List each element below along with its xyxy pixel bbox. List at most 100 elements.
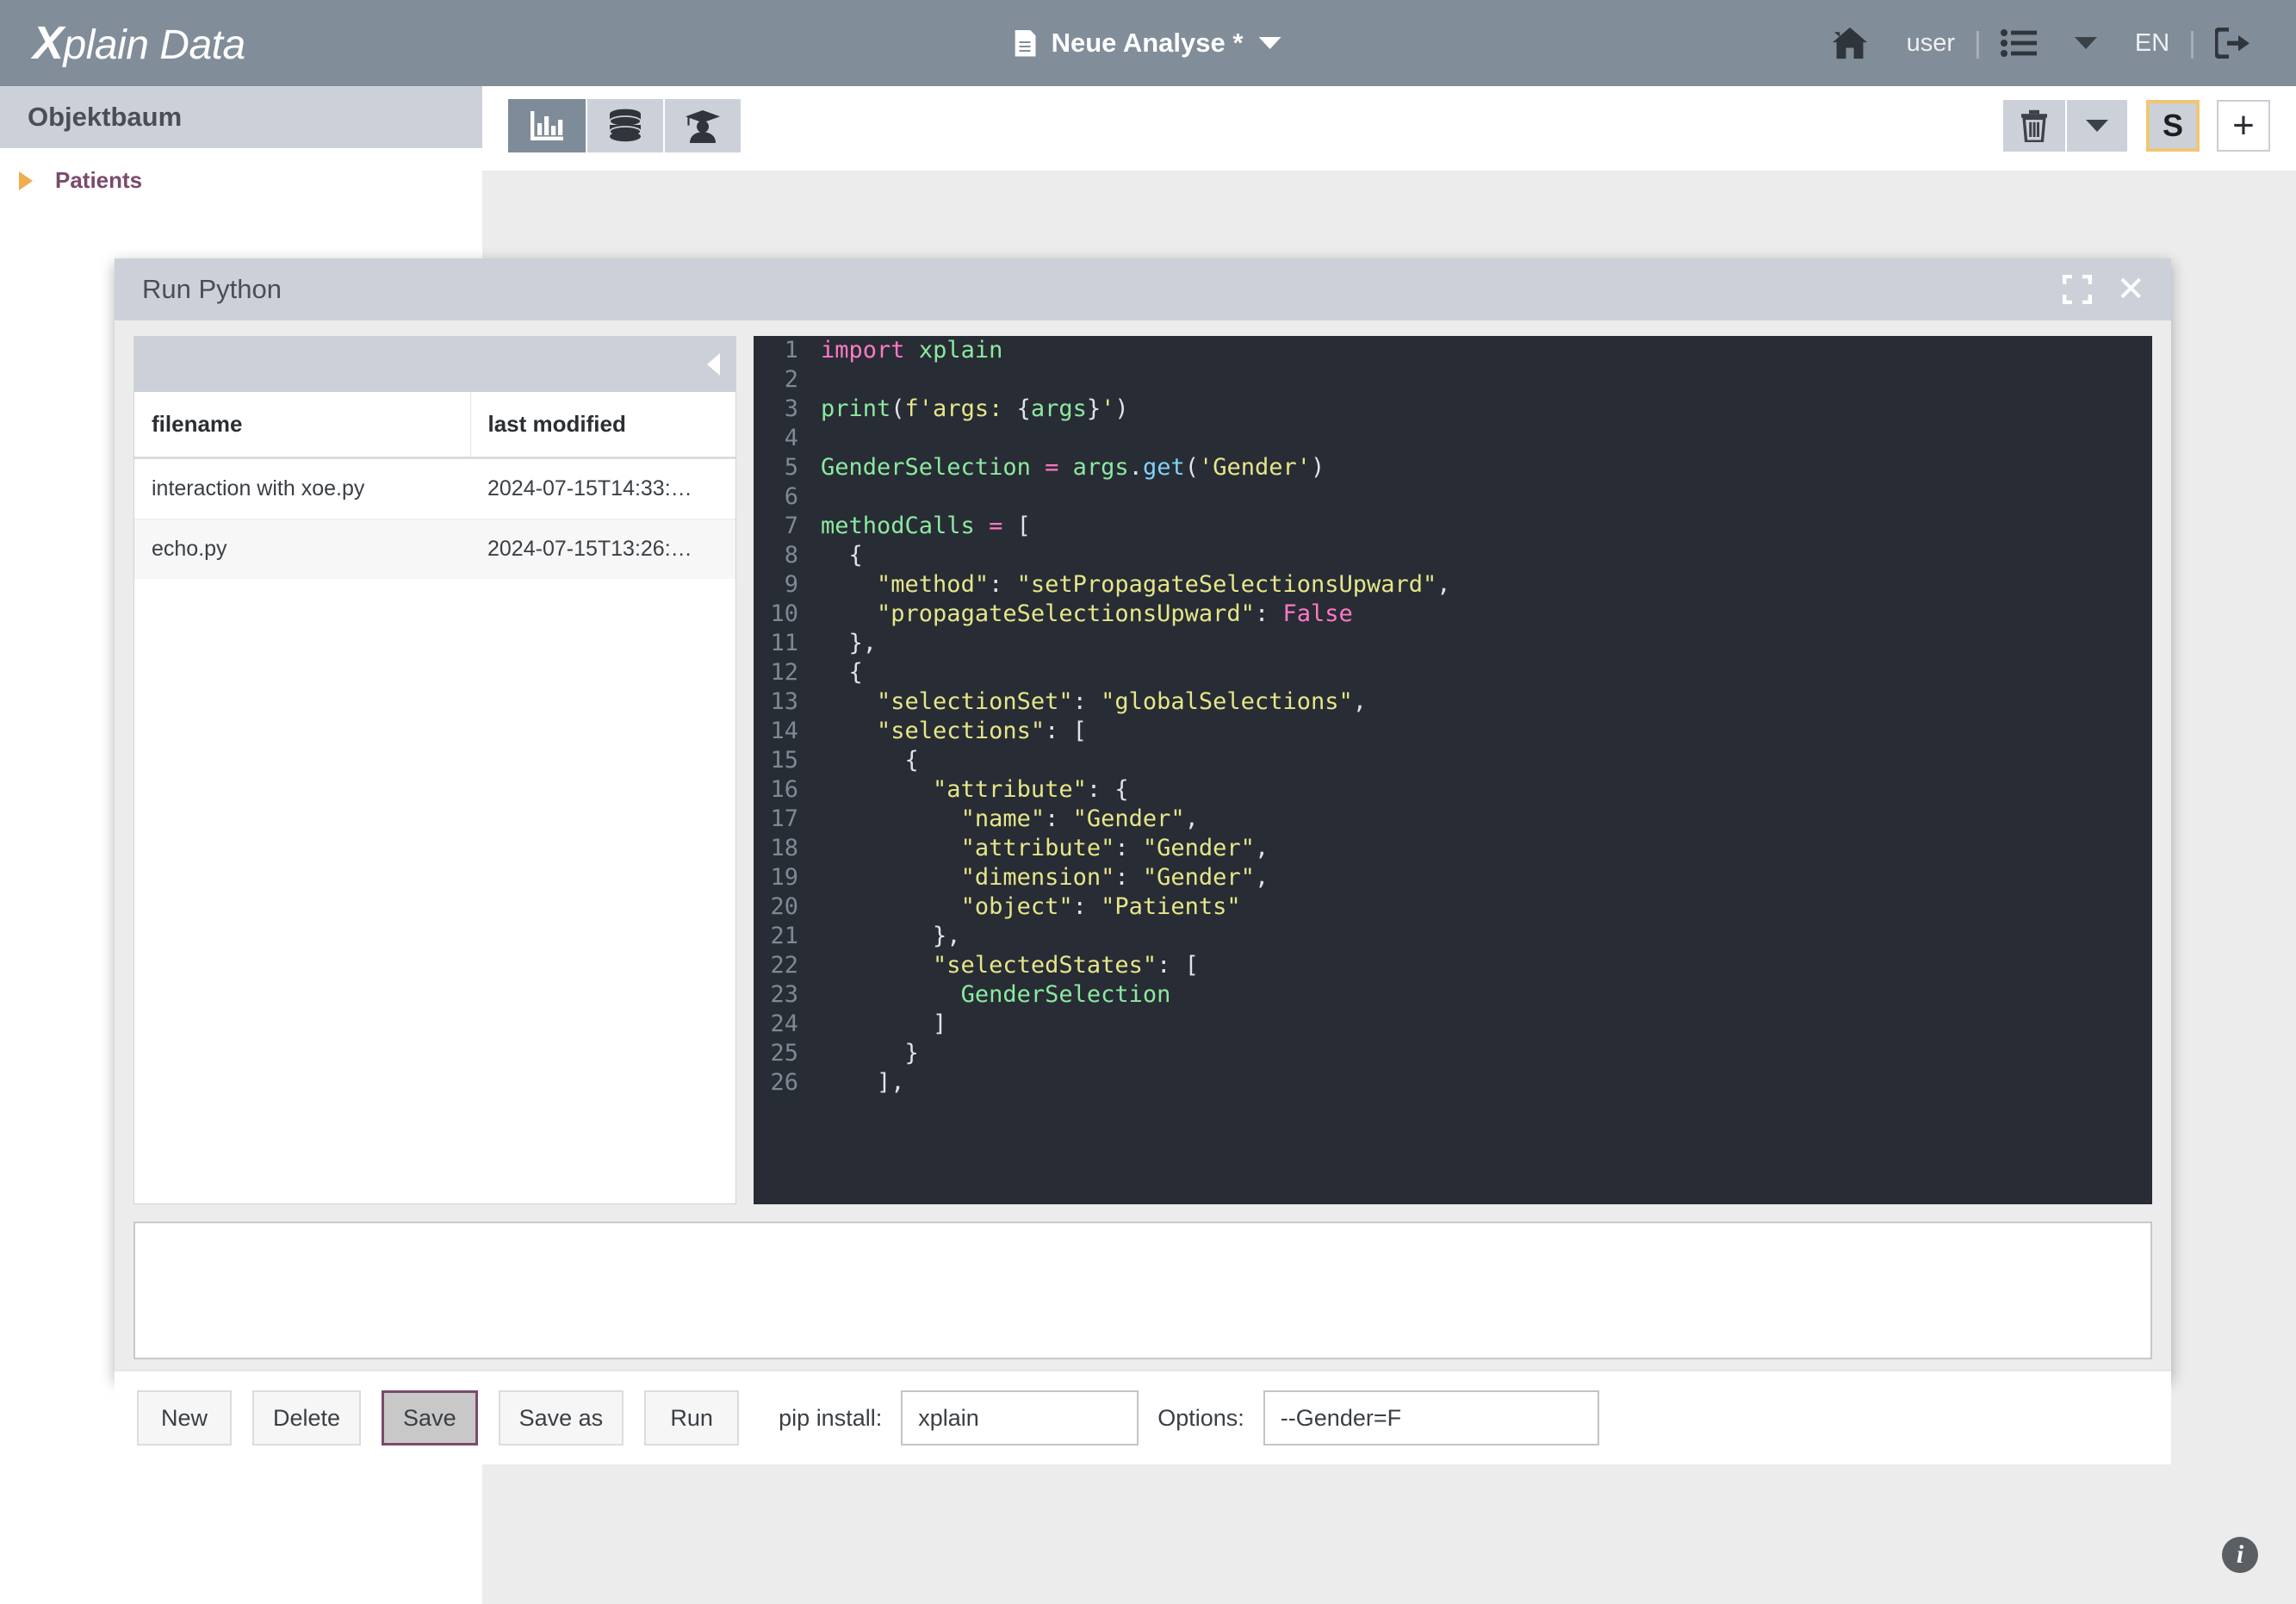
info-icon[interactable]: i [2222, 1537, 2258, 1573]
code-line: 23 GenderSelection [754, 980, 2152, 1010]
code-text: "propagateSelectionsUpward": False [877, 600, 1353, 627]
line-number: 1 [784, 337, 798, 364]
expand-icon [2063, 275, 2093, 304]
code-line: 1 import xplain [754, 336, 2152, 365]
code-text: } [821, 1040, 919, 1066]
dialog-title: Run Python [142, 274, 282, 304]
code-text: print(f'args: {args}') [821, 395, 1129, 422]
table-row[interactable]: echo.py 2024-07-15T13:26:… [134, 519, 735, 579]
line-number: 5 [784, 454, 798, 481]
code-text: ] [821, 1010, 947, 1037]
sidebar-item-patients[interactable]: Patients [0, 148, 482, 213]
tab-database-view[interactable] [586, 99, 663, 152]
user-label[interactable]: user [1888, 29, 1974, 58]
code-line: 6 [754, 482, 2152, 512]
code-text: "attribute": { [933, 776, 1129, 803]
code-text: }, [821, 630, 878, 656]
code-line: 17 "name": "Gender", [754, 805, 2152, 834]
code-text: "selectionSet": "globalSelections", [877, 688, 1367, 715]
tab-training-view[interactable] [663, 99, 741, 152]
home-button[interactable] [1812, 26, 1888, 60]
document-icon [1015, 29, 1036, 57]
line-number: 22 [770, 952, 798, 979]
document-title: Neue Analyse * [1051, 28, 1244, 58]
new-button[interactable]: New [137, 1390, 232, 1445]
options-input[interactable]: --Gender=F [1263, 1390, 1599, 1445]
add-button[interactable]: + [2217, 100, 2270, 152]
line-number: 15 [770, 747, 798, 774]
code-text: "attribute": "Gender", [960, 835, 1269, 861]
code-text: "selections": [ [877, 718, 1087, 744]
toolbar-actions: S + [2003, 100, 2270, 152]
options-label: Options: [1157, 1404, 1244, 1431]
column-header-last-modified[interactable]: last modified [470, 392, 735, 459]
view-mode-tabs [508, 99, 741, 152]
logout-button[interactable] [2196, 28, 2270, 59]
code-text: GenderSelection = args.get('Gender') [821, 454, 1325, 481]
delete-button[interactable]: Delete [252, 1390, 362, 1445]
code-text: { [821, 542, 863, 569]
line-number: 18 [770, 835, 798, 861]
code-line: 25 } [754, 1039, 2152, 1068]
code-line: 21 }, [754, 922, 2152, 951]
language-selector[interactable]: EN [2116, 29, 2188, 58]
tab-chart-view[interactable] [508, 99, 586, 152]
maximize-button[interactable] [2063, 275, 2093, 304]
graduate-user-icon [686, 110, 720, 143]
logo-text: plain Data [63, 22, 246, 68]
code-line: 10 "propagateSelectionsUpward": False [754, 600, 2152, 629]
top-bar: Xplain Data Neue Analyse * user | EN | [0, 0, 2296, 86]
line-number: 8 [784, 542, 798, 569]
code-text: "object": "Patients" [960, 893, 1241, 920]
line-number: 16 [770, 776, 798, 803]
script-output-textarea[interactable] [133, 1222, 2152, 1359]
pip-install-input[interactable]: xplain [901, 1390, 1139, 1445]
code-line: 16 "attribute": { [754, 775, 2152, 805]
line-number: 12 [770, 659, 798, 686]
code-line: 5 GenderSelection = args.get('Gender') [754, 453, 2152, 482]
column-header-filename[interactable]: filename [134, 392, 471, 459]
code-line: 4 [754, 424, 2152, 453]
chevron-down-icon [2074, 37, 2097, 49]
line-number: 20 [770, 893, 798, 920]
code-line: 11 }, [754, 629, 2152, 658]
close-button[interactable]: ✕ [2116, 272, 2145, 307]
code-line: 12 { [754, 658, 2152, 687]
save-button[interactable]: Save [382, 1390, 478, 1445]
selection-s-button[interactable]: S [2146, 100, 2200, 152]
line-number: 2 [784, 366, 798, 393]
line-number: 17 [770, 805, 798, 832]
table-header-row: filename last modified [134, 392, 735, 459]
chevron-down-icon[interactable] [1258, 37, 1281, 49]
code-line: 8 { [754, 541, 2152, 570]
table-row[interactable]: interaction with xoe.py 2024-07-15T14:33… [134, 457, 735, 519]
document-title-menu[interactable]: Neue Analyse * [1015, 28, 1281, 59]
dialog-body: filename last modified interaction with … [115, 320, 2171, 1464]
menu-list-button[interactable] [1982, 28, 2056, 58]
line-number: 3 [784, 395, 798, 422]
line-number: 25 [770, 1040, 798, 1066]
code-line: 14 "selections": [ [754, 717, 2152, 746]
chevron-right-icon[interactable] [19, 171, 33, 190]
list-icon [2000, 29, 2037, 57]
code-line: 9 "method": "setPropagateSelectionsUpwar… [754, 570, 2152, 600]
top-bar-actions: user | EN | [1812, 26, 2270, 60]
sidebar-item-label: Patients [55, 167, 143, 193]
code-line: 24 ] [754, 1010, 2152, 1039]
python-code-editor[interactable]: 1 import xplain 2 3 print(f'args: {args}') 4 5… [754, 336, 2152, 1204]
line-number: 26 [770, 1069, 798, 1096]
line-number: 7 [784, 513, 798, 539]
collapse-panel-icon[interactable] [707, 353, 720, 376]
save-as-button[interactable]: Save as [498, 1390, 624, 1445]
menu-dropdown-button[interactable] [2056, 37, 2116, 49]
delete-button[interactable] [2003, 100, 2065, 152]
run-button[interactable]: Run [644, 1390, 740, 1445]
logout-icon [2215, 28, 2249, 59]
code-text: import xplain [821, 337, 1003, 364]
code-text: "dimension": "Gender", [960, 864, 1269, 891]
line-number: 24 [770, 1010, 798, 1037]
delete-dropdown-button[interactable] [2067, 100, 2127, 152]
line-number: 14 [770, 718, 798, 744]
divider: | [2188, 26, 2196, 59]
app-logo: Xplain Data [33, 20, 245, 66]
